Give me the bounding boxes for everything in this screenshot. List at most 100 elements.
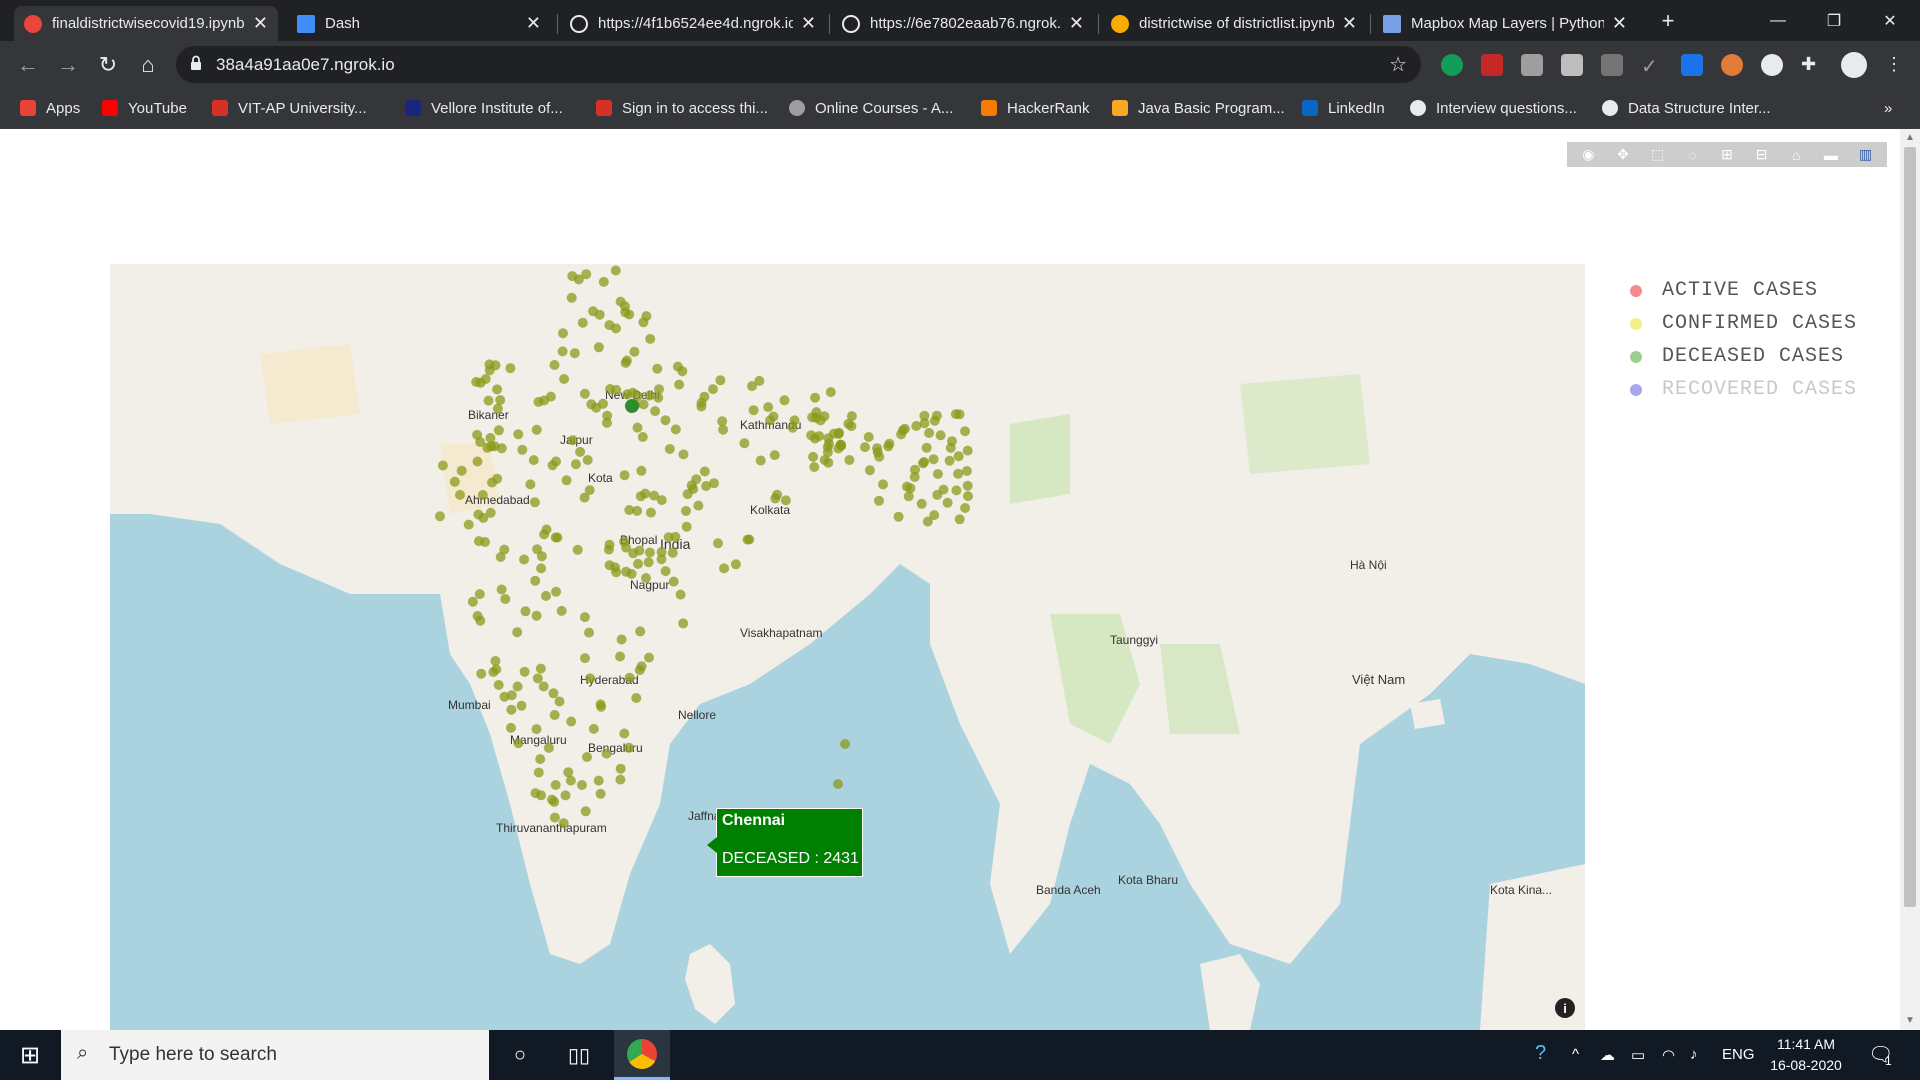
district-marker[interactable] xyxy=(924,428,935,438)
bookmark-sign-in[interactable]: Sign in to access thi... xyxy=(596,96,768,120)
district-marker[interactable] xyxy=(490,656,501,666)
district-marker[interactable] xyxy=(472,611,483,621)
tab-1[interactable]: finaldistrictwisecovid19.ipynb ✕ xyxy=(14,6,278,41)
district-marker[interactable] xyxy=(575,446,586,457)
district-marker[interactable] xyxy=(472,456,483,467)
district-marker[interactable] xyxy=(467,596,478,607)
district-marker[interactable] xyxy=(935,430,946,441)
district-marker[interactable] xyxy=(846,421,857,432)
district-marker[interactable] xyxy=(530,575,541,586)
windows-start-icon[interactable]: ⊞ xyxy=(2,1030,58,1080)
extension-icon[interactable] xyxy=(1761,54,1783,76)
restore-icon[interactable]: ❐ xyxy=(1811,0,1857,41)
district-marker[interactable] xyxy=(951,485,962,496)
district-marker[interactable] xyxy=(474,589,485,600)
district-marker[interactable] xyxy=(616,634,627,645)
extension-icon[interactable] xyxy=(1481,54,1503,76)
close-icon[interactable]: ✕ xyxy=(1612,13,1627,34)
legend-item-active[interactable]: ACTIVE CASES xyxy=(1630,274,1857,307)
mapbox-map[interactable]: Bikaner New Delhi Jaipur Kota Ahmedabad … xyxy=(110,264,1585,1030)
district-marker[interactable] xyxy=(954,514,965,525)
district-marker[interactable] xyxy=(473,509,484,520)
district-marker[interactable] xyxy=(554,696,565,707)
bookmark-data-structure[interactable]: Data Structure Inter... xyxy=(1602,96,1771,120)
district-marker[interactable] xyxy=(663,532,674,543)
district-marker[interactable] xyxy=(691,474,702,485)
tab-4[interactable]: https://6e7802eaab76.ngrok.io ✕ xyxy=(832,6,1094,41)
district-marker[interactable] xyxy=(748,405,759,416)
district-marker[interactable] xyxy=(844,455,855,465)
zoom-in-icon[interactable]: ⊞ xyxy=(1715,146,1739,163)
district-marker[interactable] xyxy=(582,752,592,762)
district-marker[interactable] xyxy=(519,666,530,677)
district-marker[interactable] xyxy=(835,439,846,450)
cloud-icon[interactable]: ☁ xyxy=(1600,1046,1615,1064)
district-marker[interactable] xyxy=(620,357,631,368)
district-marker[interactable] xyxy=(635,626,646,637)
district-marker[interactable] xyxy=(615,651,626,662)
district-marker[interactable] xyxy=(699,391,710,402)
district-marker[interactable] xyxy=(650,406,661,417)
district-marker[interactable] xyxy=(550,780,561,790)
legend-item-deceased[interactable]: DECEASED CASES xyxy=(1630,340,1857,373)
district-marker[interactable] xyxy=(604,539,615,550)
tab-5[interactable]: districtwise of districtlist.ipynb ✕ xyxy=(1101,6,1367,41)
district-marker[interactable] xyxy=(475,437,486,447)
district-marker[interactable] xyxy=(780,495,791,506)
cookie-icon[interactable] xyxy=(1721,54,1743,76)
district-marker[interactable] xyxy=(556,605,567,616)
pan-icon[interactable]: ✥ xyxy=(1611,146,1635,163)
district-marker[interactable] xyxy=(755,455,766,466)
district-marker[interactable] xyxy=(525,479,536,490)
district-marker[interactable] xyxy=(620,307,631,318)
district-marker[interactable] xyxy=(693,500,704,511)
district-marker[interactable] xyxy=(506,690,517,701)
address-bar[interactable]: 38a4a91aa0e7.ngrok.io ☆ xyxy=(176,46,1421,83)
district-marker[interactable] xyxy=(905,483,916,494)
district-marker[interactable] xyxy=(667,547,678,558)
district-marker[interactable] xyxy=(730,559,741,570)
district-marker[interactable] xyxy=(681,521,692,532)
district-marker[interactable] xyxy=(485,433,496,443)
district-marker[interactable] xyxy=(495,552,506,562)
district-marker[interactable] xyxy=(708,384,718,395)
district-marker[interactable] xyxy=(961,466,972,476)
district-marker[interactable] xyxy=(611,384,622,395)
district-marker[interactable] xyxy=(538,681,549,692)
district-marker[interactable] xyxy=(496,584,507,595)
district-marker[interactable] xyxy=(823,457,834,468)
bookmark-linkedin[interactable]: LinkedIn xyxy=(1302,96,1385,120)
district-marker[interactable] xyxy=(675,589,686,600)
district-marker[interactable] xyxy=(548,688,559,699)
district-marker[interactable] xyxy=(604,560,615,571)
district-marker[interactable] xyxy=(531,724,542,735)
district-marker[interactable] xyxy=(644,652,654,663)
zip-icon[interactable] xyxy=(1681,54,1703,76)
district-marker[interactable] xyxy=(962,480,973,491)
district-marker[interactable] xyxy=(640,488,651,499)
district-marker[interactable] xyxy=(893,511,904,522)
extension-icon[interactable] xyxy=(1561,54,1583,76)
help-icon[interactable]: ? xyxy=(1535,1042,1546,1065)
district-marker[interactable] xyxy=(577,317,588,328)
district-marker[interactable] xyxy=(629,346,640,357)
bookmark-star-icon[interactable]: ☆ xyxy=(1389,52,1407,77)
district-marker[interactable] xyxy=(632,505,643,516)
district-marker[interactable] xyxy=(942,497,953,508)
district-marker[interactable] xyxy=(566,292,577,303)
district-marker[interactable] xyxy=(492,473,503,484)
district-marker[interactable] xyxy=(593,775,604,786)
reset-home-icon[interactable]: ⌂ xyxy=(1784,147,1808,163)
district-marker[interactable] xyxy=(656,547,667,557)
district-marker[interactable] xyxy=(944,455,955,466)
district-marker[interactable] xyxy=(593,342,604,353)
district-marker[interactable] xyxy=(579,388,590,399)
district-marker[interactable] xyxy=(919,457,930,467)
check-icon[interactable]: ✓ xyxy=(1641,54,1663,78)
district-marker[interactable] xyxy=(770,493,781,504)
district-marker[interactable] xyxy=(582,455,593,465)
district-marker[interactable] xyxy=(550,532,561,543)
avatar[interactable] xyxy=(1841,52,1867,78)
plotly-logo-icon[interactable]: ▥ xyxy=(1854,146,1878,163)
district-marker[interactable] xyxy=(808,451,819,462)
